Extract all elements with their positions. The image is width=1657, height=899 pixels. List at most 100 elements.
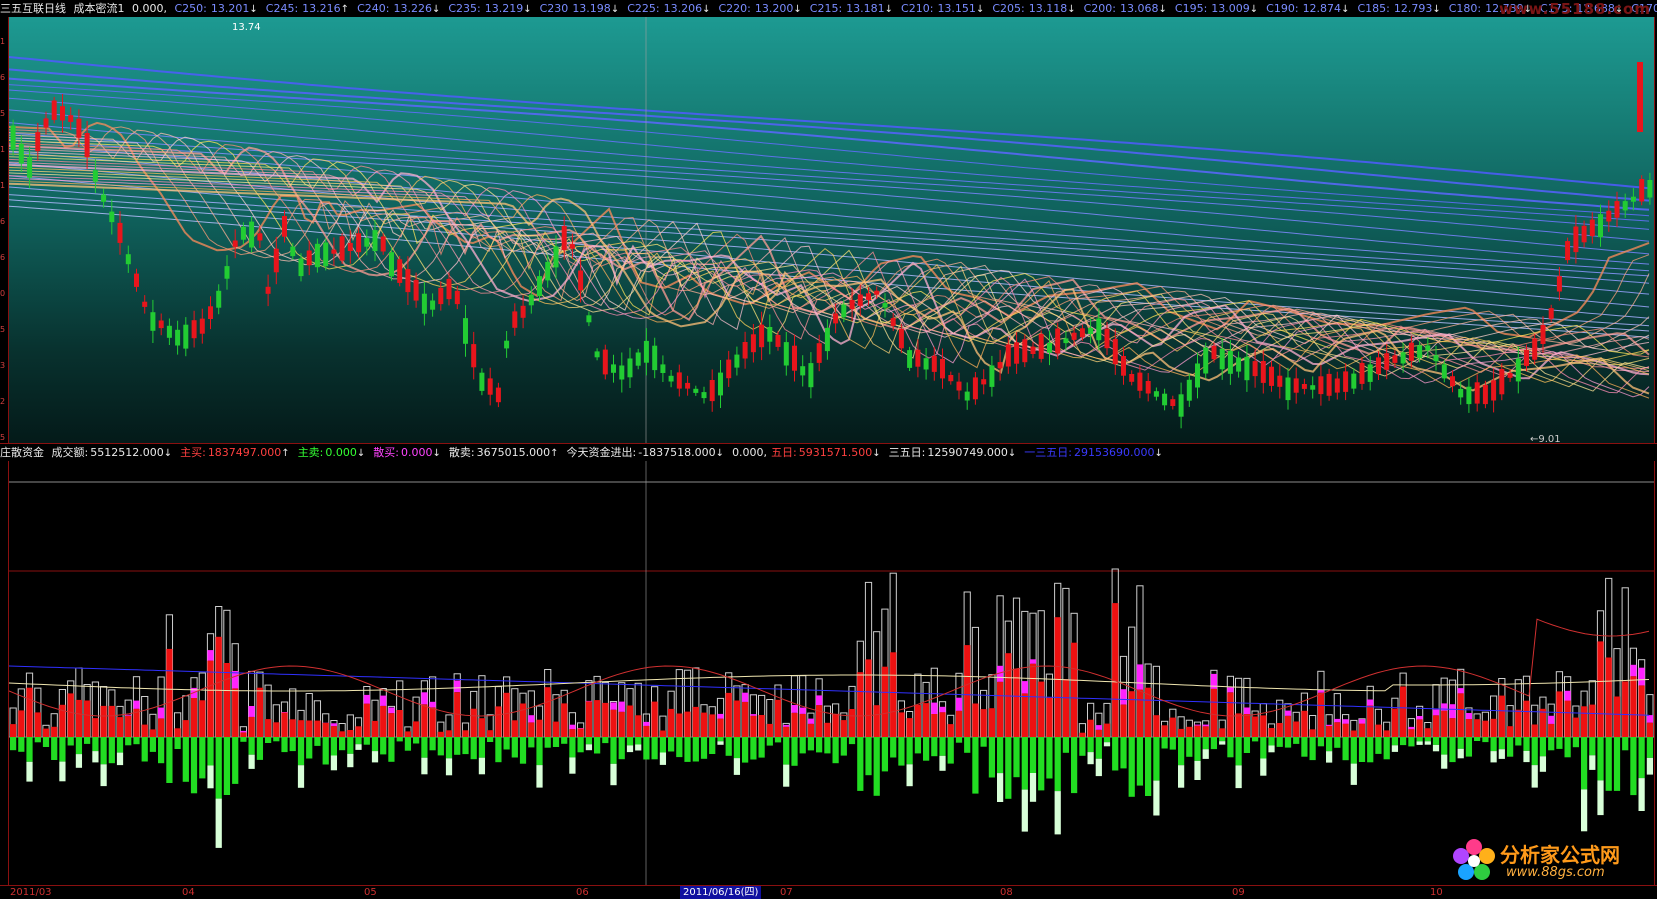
- price-chart-panel[interactable]: [8, 17, 1655, 444]
- cost-line-item: C200:13.068↓: [1084, 2, 1171, 15]
- retail-sell-bar: [1639, 778, 1645, 811]
- volume-chart-panel[interactable]: [8, 461, 1655, 885]
- main-buy-bar: [10, 724, 16, 737]
- main-sell-bar: [1268, 737, 1274, 746]
- main-buy-bar: [759, 715, 765, 737]
- main-sell-bar: [314, 737, 320, 746]
- cost-line-label: C240:: [357, 2, 389, 15]
- candle-body: [1047, 343, 1052, 353]
- main-sell-bar: [1063, 737, 1069, 753]
- main-buy-bar: [1375, 725, 1381, 737]
- main-buy-bar: [1606, 658, 1612, 738]
- candle-body: [274, 249, 279, 273]
- retail-sell-bar: [101, 764, 107, 786]
- main-buy-bar: [1129, 691, 1135, 737]
- candle-body: [1647, 180, 1652, 198]
- candle-body: [1434, 355, 1439, 361]
- main-sell-bar: [1515, 737, 1521, 746]
- fund-item-label: 散卖:: [449, 446, 475, 459]
- fund-item-value: 5931571.500: [799, 446, 872, 459]
- candle-body: [1557, 276, 1562, 291]
- fund-indicator-title[interactable]: 庄散资金: [0, 446, 44, 459]
- main-buy-bar: [1507, 726, 1513, 737]
- candle-body: [1179, 394, 1184, 416]
- candle-body: [93, 170, 98, 181]
- arrow-down-icon: ↓: [885, 4, 893, 15]
- candle-body: [44, 118, 49, 127]
- main-sell-bar: [273, 737, 279, 741]
- main-sell-bar: [232, 737, 238, 784]
- cost-line-label: C190:: [1266, 2, 1298, 15]
- main-sell-bar: [1326, 737, 1332, 751]
- main-buy-bar: [594, 700, 600, 737]
- main-sell-bar: [133, 737, 139, 744]
- candle-body: [52, 101, 57, 120]
- main-sell-bar: [298, 737, 304, 765]
- candle-body: [1039, 334, 1044, 359]
- fund-indicator-values: 成交额:5512512.000↓主买:1837497.000↑主卖:0.000↓…: [52, 446, 1171, 459]
- main-sell-bar: [397, 737, 403, 741]
- retail-buy-bar: [232, 671, 238, 688]
- main-buy-bar: [742, 702, 748, 737]
- candle-body: [1368, 364, 1373, 382]
- main-buy-bar: [676, 714, 682, 738]
- retail-buy-bar: [1203, 725, 1209, 727]
- cost-line-item: C185:12.793↓: [1357, 2, 1444, 15]
- retail-buy-bar: [133, 701, 139, 709]
- main-sell-bar: [207, 737, 213, 766]
- main-sell-bar: [1573, 737, 1579, 747]
- cost-line-label: C230: [540, 2, 569, 15]
- main-buy-bar: [240, 732, 246, 737]
- main-buy-bar: [545, 687, 551, 737]
- main-sell-bar: [750, 737, 756, 760]
- retail-sell-bar: [783, 765, 789, 787]
- candle-body: [1549, 308, 1554, 319]
- main-sell-bar: [684, 737, 690, 762]
- main-buy-bar: [635, 715, 641, 737]
- main-sell-bar: [1425, 737, 1431, 741]
- fund-item-value: 1837497.000: [208, 446, 281, 459]
- main-buy-bar: [18, 710, 24, 737]
- candle-body: [1113, 339, 1118, 364]
- volume-chart-canvas[interactable]: [9, 461, 1654, 885]
- candle-body: [866, 293, 871, 300]
- main-sell-bar: [1071, 737, 1077, 793]
- main-buy-bar: [841, 720, 847, 737]
- watermark: www.55188.com: [1499, 0, 1651, 18]
- logo-url[interactable]: www.88gs.com: [1506, 865, 1605, 880]
- retail-sell-bar: [59, 762, 65, 782]
- fund-indicator-item: 成交额:5512512.000↓: [52, 446, 177, 459]
- retail-buy-bar: [1137, 664, 1143, 689]
- retail-sell-bar: [1219, 741, 1225, 744]
- candle-body: [545, 262, 550, 281]
- main-buy-bar: [1055, 617, 1061, 737]
- price-chart-canvas[interactable]: [9, 17, 1654, 443]
- main-sell-bar: [833, 737, 839, 763]
- main-buy-bar: [273, 722, 279, 737]
- cost-line-label: C250:: [175, 2, 207, 15]
- main-buy-bar: [1425, 728, 1431, 737]
- stock-title[interactable]: 三五互联日线: [0, 2, 66, 15]
- indicator-name[interactable]: 成本密流1: [74, 2, 125, 15]
- cost-line-item: C235:13.219↓: [448, 2, 535, 15]
- main-sell-bar: [1030, 737, 1036, 773]
- flower-logo-icon: [1450, 837, 1498, 885]
- main-buy-bar: [462, 730, 468, 737]
- candle-body: [784, 342, 789, 365]
- main-sell-bar: [1260, 737, 1266, 759]
- candle-body: [200, 319, 205, 334]
- main-sell-bar: [808, 737, 814, 750]
- candle-body: [471, 344, 476, 367]
- main-sell-bar: [775, 737, 781, 742]
- fund-item-value: 12590749.000: [927, 446, 1007, 459]
- retail-sell-bar: [1351, 764, 1357, 785]
- main-sell-bar: [1630, 737, 1636, 795]
- left-scale-tick: 2: [0, 397, 5, 406]
- left-scale-tick: 6: [0, 253, 5, 262]
- main-sell-bar: [84, 737, 90, 744]
- main-sell-bar: [1548, 737, 1554, 750]
- main-sell-bar: [1375, 737, 1381, 754]
- main-buy-bar: [364, 704, 370, 737]
- candle-body: [685, 383, 690, 389]
- main-buy-bar: [997, 682, 1003, 737]
